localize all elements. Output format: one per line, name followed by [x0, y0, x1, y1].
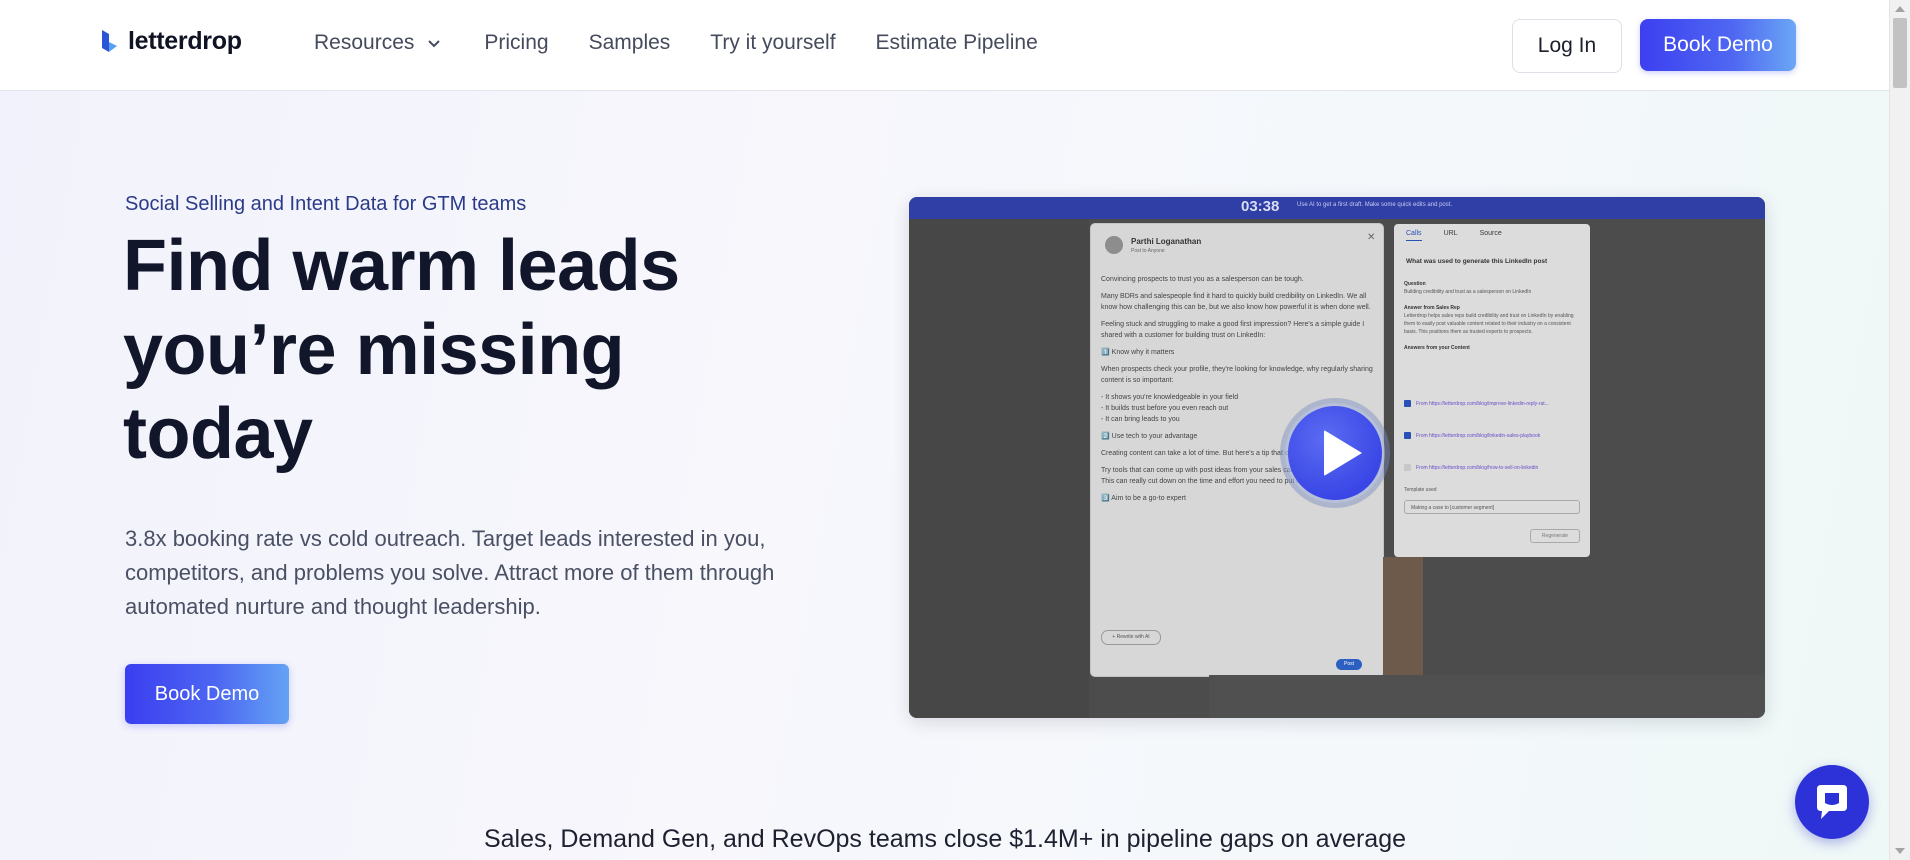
post-paragraph: Many BDRs and salespeople find it hard t…	[1101, 293, 1371, 311]
source-link: From https://letterdrop.com/blog/how-to-…	[1416, 465, 1539, 471]
play-button-circle	[1288, 406, 1382, 500]
demo-video[interactable]: 03:38 Use AI to get a first draft. Make …	[909, 197, 1765, 718]
post-paragraph: Convincing prospects to trust you as a s…	[1101, 276, 1304, 283]
chat-bubble-icon	[1817, 785, 1847, 819]
hero-eyebrow: Social Selling and Intent Data for GTM t…	[125, 193, 527, 215]
nav-estimate-pipeline[interactable]: Estimate Pipeline	[876, 31, 1038, 55]
nav-samples[interactable]: Samples	[589, 31, 671, 55]
source-details: Question Building credibility and trust …	[1404, 280, 1580, 352]
book-demo-header-button[interactable]: Book Demo	[1640, 19, 1796, 71]
source-link: From https://letterdrop.com/blog/improve…	[1416, 401, 1549, 407]
post-paragraph: When prospects check your profile, they'…	[1101, 366, 1373, 384]
chevron-down-icon	[428, 40, 441, 48]
close-icon: ✕	[1367, 232, 1376, 243]
book-demo-hero-button[interactable]: Book Demo	[125, 664, 289, 724]
video-background	[909, 219, 1089, 718]
logo[interactable]: letterdrop	[100, 27, 242, 56]
answer-text: Letterdrop helps sales reps build credib…	[1404, 313, 1574, 335]
content-label: Answers from your Content	[1404, 345, 1470, 351]
play-icon	[1324, 430, 1362, 476]
site-header: letterdrop Resources Pricing Samples Try…	[0, 0, 1890, 91]
checkbox-checked	[1404, 400, 1411, 407]
nav-resources-label: Resources	[314, 31, 415, 54]
logo-text: letterdrop	[128, 27, 242, 55]
template-select: Making a case to [customer segment]	[1404, 500, 1580, 514]
play-button[interactable]	[1280, 398, 1390, 508]
video-linkedin-background	[1209, 675, 1765, 718]
login-button[interactable]: Log In	[1512, 19, 1622, 73]
post-author: Parthi Loganathan	[1131, 237, 1202, 246]
pipeline-tagline: Sales, Demand Gen, and RevOps teams clos…	[483, 825, 1407, 853]
answer-label: Answer from Sales Rep	[1404, 305, 1460, 311]
letterdrop-logo-icon	[102, 29, 117, 52]
avatar	[1105, 236, 1123, 254]
question-label: Question	[1404, 281, 1426, 287]
scroll-down-icon[interactable]	[1895, 848, 1905, 854]
video-timer: 03:38	[1241, 198, 1280, 215]
post-paragraph: Feeling stuck and struggling to make a g…	[1101, 321, 1365, 339]
source-link: From https://letterdrop.com/blog/linkedi…	[1416, 433, 1541, 439]
template-label: Template used	[1404, 487, 1437, 493]
post-button: Post	[1336, 659, 1362, 670]
source-panel: Calls URL Source What was used to genera…	[1394, 224, 1590, 557]
scrollbar-thumb[interactable]	[1893, 18, 1907, 88]
checkbox-unchecked	[1404, 464, 1411, 471]
nav-resources[interactable]: Resources	[314, 31, 444, 55]
page-scrollbar[interactable]	[1889, 0, 1910, 860]
rewrite-ai-chip: + Rewrite with AI	[1101, 630, 1161, 645]
video-hint: Use AI to get a first draft. Make some q…	[1297, 202, 1453, 208]
post-paragraph: 1️⃣ Know why it matters	[1101, 349, 1175, 356]
source-title: What was used to generate this LinkedIn …	[1406, 258, 1548, 265]
post-audience: Post to Anyone	[1131, 248, 1165, 254]
question-text: Building credibility and trust as a sale…	[1404, 289, 1532, 295]
hero-subcopy: 3.8x booking rate vs cold outreach. Targ…	[125, 526, 775, 619]
tab-source: Source	[1479, 230, 1502, 237]
video-person-thumbnail	[1383, 557, 1423, 677]
scroll-up-icon[interactable]	[1895, 6, 1905, 12]
tab-url: URL	[1443, 230, 1458, 237]
checkbox-checked	[1404, 432, 1411, 439]
regenerate-button: Regenerate	[1530, 529, 1580, 543]
video-top-bar: 03:38 Use AI to get a first draft. Make …	[909, 197, 1765, 219]
tab-calls: Calls	[1406, 230, 1422, 241]
chat-widget-button[interactable]	[1795, 765, 1869, 839]
nav-pricing[interactable]: Pricing	[484, 31, 548, 55]
nav-try-it-yourself[interactable]: Try it yourself	[710, 31, 835, 55]
main-nav: Resources Pricing Samples Try it yoursel…	[314, 31, 1038, 55]
source-tabs: Calls URL Source	[1406, 230, 1502, 241]
hero-headline: Find warm leads you’re missing today	[123, 226, 680, 474]
